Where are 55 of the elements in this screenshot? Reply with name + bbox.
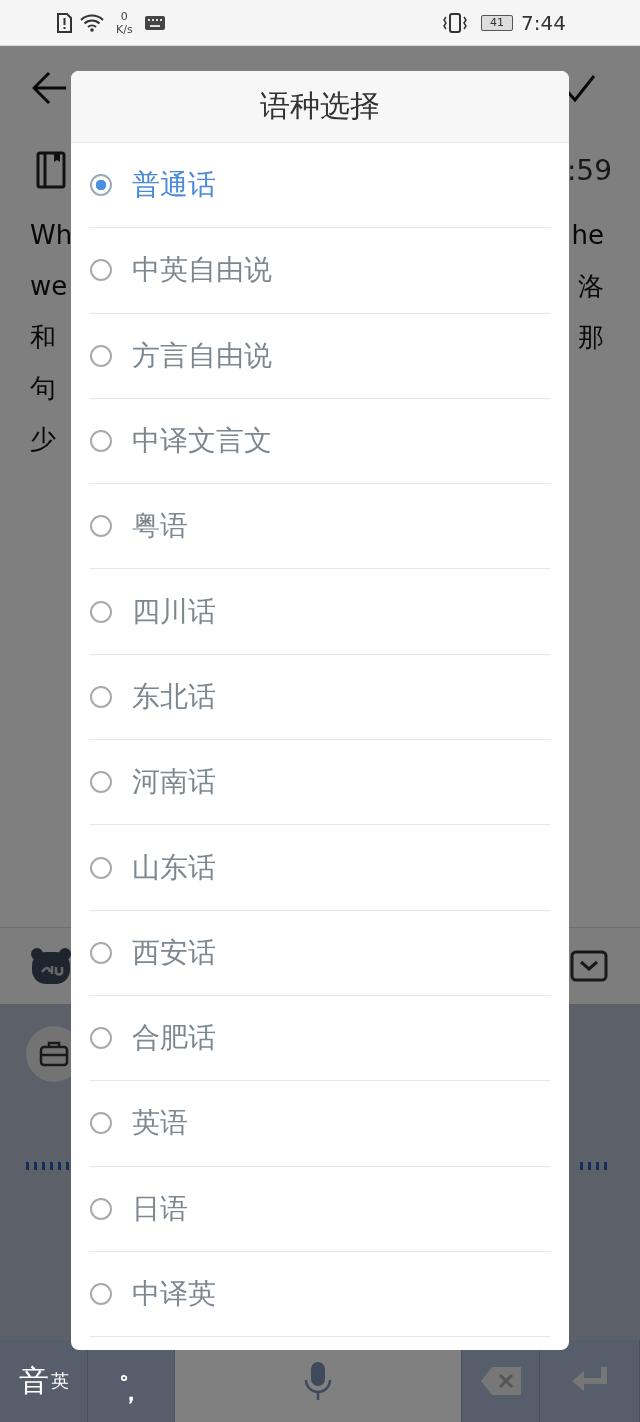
radio-button[interactable] xyxy=(90,259,112,282)
dialog-title: 语种选择 xyxy=(71,71,569,143)
language-option[interactable]: 日语 xyxy=(89,1166,551,1252)
collapse-keyboard-icon[interactable] xyxy=(570,950,608,982)
note-text: 那 xyxy=(578,321,604,354)
note-timestamp: :59 xyxy=(566,153,612,187)
radio-button[interactable] xyxy=(90,1112,112,1135)
note-text: 句 xyxy=(30,372,56,405)
radio-button[interactable] xyxy=(90,1027,112,1050)
language-option[interactable]: 中译文言文 xyxy=(89,398,551,485)
radio-button[interactable] xyxy=(90,430,112,453)
note-text: he xyxy=(571,219,604,252)
backspace-icon xyxy=(479,1366,522,1396)
vibrate-icon xyxy=(443,12,468,33)
sim-alert-icon xyxy=(56,12,72,33)
net-speed-value: 0 xyxy=(120,9,128,23)
note-text: Wh xyxy=(30,219,73,252)
back-arrow-icon[interactable] xyxy=(32,71,68,105)
radio-button[interactable] xyxy=(90,600,112,623)
radio-button[interactable] xyxy=(90,941,112,964)
note-text: we xyxy=(30,270,68,303)
radio-button[interactable] xyxy=(90,1197,112,1220)
radio-button[interactable] xyxy=(90,856,112,879)
language-option[interactable]: 西安话 xyxy=(89,910,551,996)
language-option[interactable]: 四川话 xyxy=(89,569,551,655)
radio-button[interactable] xyxy=(90,344,112,367)
bear-logo-icon[interactable] xyxy=(30,947,72,985)
note-text: 和 xyxy=(30,321,56,354)
keyboard-icon xyxy=(144,15,165,30)
book-icon xyxy=(36,151,66,189)
note-text: 少 xyxy=(30,423,56,456)
language-option[interactable]: 河南话 xyxy=(89,740,551,826)
language-option[interactable]: 方言自由说 xyxy=(89,313,551,399)
language-option[interactable]: 中译英 xyxy=(89,1251,551,1338)
net-speed-unit: K/s xyxy=(116,22,133,36)
language-option[interactable]: 东北话 xyxy=(89,654,551,741)
microphone-icon xyxy=(303,1361,333,1401)
language-option[interactable]: 山东话 xyxy=(89,825,551,911)
briefcase-icon xyxy=(39,1041,69,1067)
language-option[interactable]: 粤语 xyxy=(89,484,551,570)
note-text: 洛 xyxy=(578,270,604,303)
language-option[interactable]: 合肥话 xyxy=(89,995,551,1082)
radio-button[interactable] xyxy=(90,515,112,538)
battery-icon: 41 xyxy=(481,14,514,31)
radio-button[interactable] xyxy=(90,174,112,197)
language-option[interactable]: 普通话 xyxy=(89,143,551,229)
clock: 7:44 xyxy=(521,10,566,35)
radio-button[interactable] xyxy=(90,1283,112,1305)
radio-button[interactable] xyxy=(90,771,112,794)
waveform-icon xyxy=(26,1162,72,1170)
waveform-icon xyxy=(580,1162,610,1170)
language-option[interactable]: 英语 xyxy=(89,1081,551,1167)
wifi-icon xyxy=(80,13,104,32)
radio-button[interactable] xyxy=(90,685,112,708)
language-option[interactable]: 中英自由说 xyxy=(89,228,551,314)
